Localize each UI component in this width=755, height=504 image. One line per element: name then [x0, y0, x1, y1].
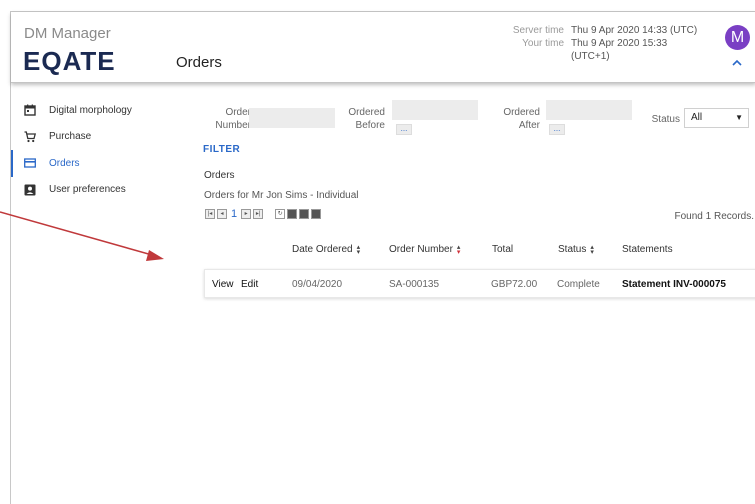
app-name: DM Manager: [24, 25, 111, 42]
sort-icon: ▴ ▾: [356, 243, 361, 256]
orders-section-title: Orders: [204, 170, 235, 181]
server-time-label: Server time: [512, 25, 564, 36]
next-page-icon[interactable]: ▸: [241, 209, 252, 219]
your-time-label: Your time: [522, 38, 564, 49]
statement-link[interactable]: Statement INV-000075: [622, 279, 726, 290]
column-header-status[interactable]: Status ▴ ▾: [558, 243, 594, 256]
your-time-value: Thu 9 Apr 2020 15:33 (UTC+1): [571, 38, 668, 62]
account-box-icon: [24, 184, 36, 196]
prev-page-icon[interactable]: ◂: [217, 209, 227, 219]
app-header: DM Manager EQATE Orders Server time Thu …: [11, 12, 755, 83]
calendar-icon: [24, 104, 36, 116]
status-cell: Complete: [557, 279, 600, 290]
filter-bar: Order Number Ordered Before ... Ordered …: [193, 97, 755, 137]
column-header-order-number[interactable]: Order Number ▴ ▾: [389, 243, 461, 256]
edit-link[interactable]: Edit: [241, 279, 258, 290]
pager: |◂ ◂ 1 ▸ ▸| ↻: [205, 208, 322, 220]
server-time-value: Thu 9 Apr 2020 14:33 (UTC): [571, 25, 698, 36]
column-header-statements: Statements: [622, 244, 673, 255]
ordered-before-label: Ordered Before: [348, 107, 385, 131]
chevron-up-icon[interactable]: [732, 57, 742, 69]
ordered-after-picker-button[interactable]: ...: [549, 124, 565, 135]
sidebar-item-label: User preferences: [49, 184, 126, 196]
column-header-total[interactable]: Total: [492, 244, 513, 255]
ordered-before-input[interactable]: [392, 100, 478, 120]
current-page[interactable]: 1: [231, 208, 237, 220]
page-title: Orders: [176, 54, 222, 71]
sidebar-item-purchase[interactable]: Purchase: [11, 124, 181, 151]
sidebar-item-label: Digital morphology: [49, 104, 132, 116]
found-records: Found 1 Records.: [674, 211, 755, 222]
ordered-after-input[interactable]: [546, 100, 632, 120]
orders-content: Order Number Ordered Before ... Ordered …: [193, 97, 755, 298]
order-number-input[interactable]: [249, 108, 335, 128]
last-page-icon[interactable]: ▸|: [253, 209, 264, 219]
ordered-after-label: Ordered After: [503, 107, 540, 131]
app-window: DM Manager EQATE Orders Server time Thu …: [10, 11, 755, 504]
order-number-label: Order Number: [215, 107, 251, 131]
export-csv-icon[interactable]: [299, 209, 310, 219]
avatar[interactable]: M: [725, 25, 750, 50]
sidebar-item-label: Orders: [49, 157, 80, 169]
filter-button[interactable]: FILTER: [203, 144, 240, 155]
status-label: Status: [651, 114, 680, 125]
sidebar-item-digital-morphology[interactable]: Digital morphology: [11, 97, 181, 124]
sort-icon: ▴ ▾: [456, 243, 461, 256]
export-excel-icon[interactable]: [311, 209, 322, 219]
table-row: View Edit 09/04/2020 SA-000135 GBP72.00 …: [204, 269, 755, 298]
sidebar-item-label: Purchase: [49, 131, 92, 143]
sidebar-item-user-preferences[interactable]: User preferences: [11, 177, 181, 204]
time-info: Server time Thu 9 Apr 2020 14:33 (UTC) Y…: [513, 24, 704, 63]
cart-icon: [24, 131, 36, 143]
view-link[interactable]: View: [212, 279, 234, 290]
sidebar: Digital morphology Purchase Orders User …: [11, 97, 181, 203]
status-select-value: All: [691, 112, 703, 123]
caret-down-icon: ▼: [735, 113, 743, 122]
column-header-date-ordered[interactable]: Date Ordered ▴ ▾: [292, 243, 361, 256]
date-ordered-cell: 09/04/2020: [292, 279, 343, 290]
sort-icon: ▴ ▾: [590, 243, 594, 256]
first-page-icon[interactable]: |◂: [205, 209, 215, 219]
export-pdf-icon[interactable]: [287, 209, 298, 219]
status-select[interactable]: All ▼: [684, 108, 749, 128]
ordered-before-picker-button[interactable]: ...: [396, 124, 412, 135]
eqate-logo[interactable]: EQATE: [23, 46, 116, 77]
sidebar-item-orders[interactable]: Orders: [11, 150, 181, 177]
orders-subtitle: Orders for Mr Jon Sims - Individual: [204, 190, 359, 201]
total-cell: GBP72.00: [491, 279, 538, 290]
order-number-cell: SA-000135: [389, 279, 440, 290]
card-icon: [24, 157, 36, 169]
refresh-icon[interactable]: ↻: [275, 209, 286, 219]
